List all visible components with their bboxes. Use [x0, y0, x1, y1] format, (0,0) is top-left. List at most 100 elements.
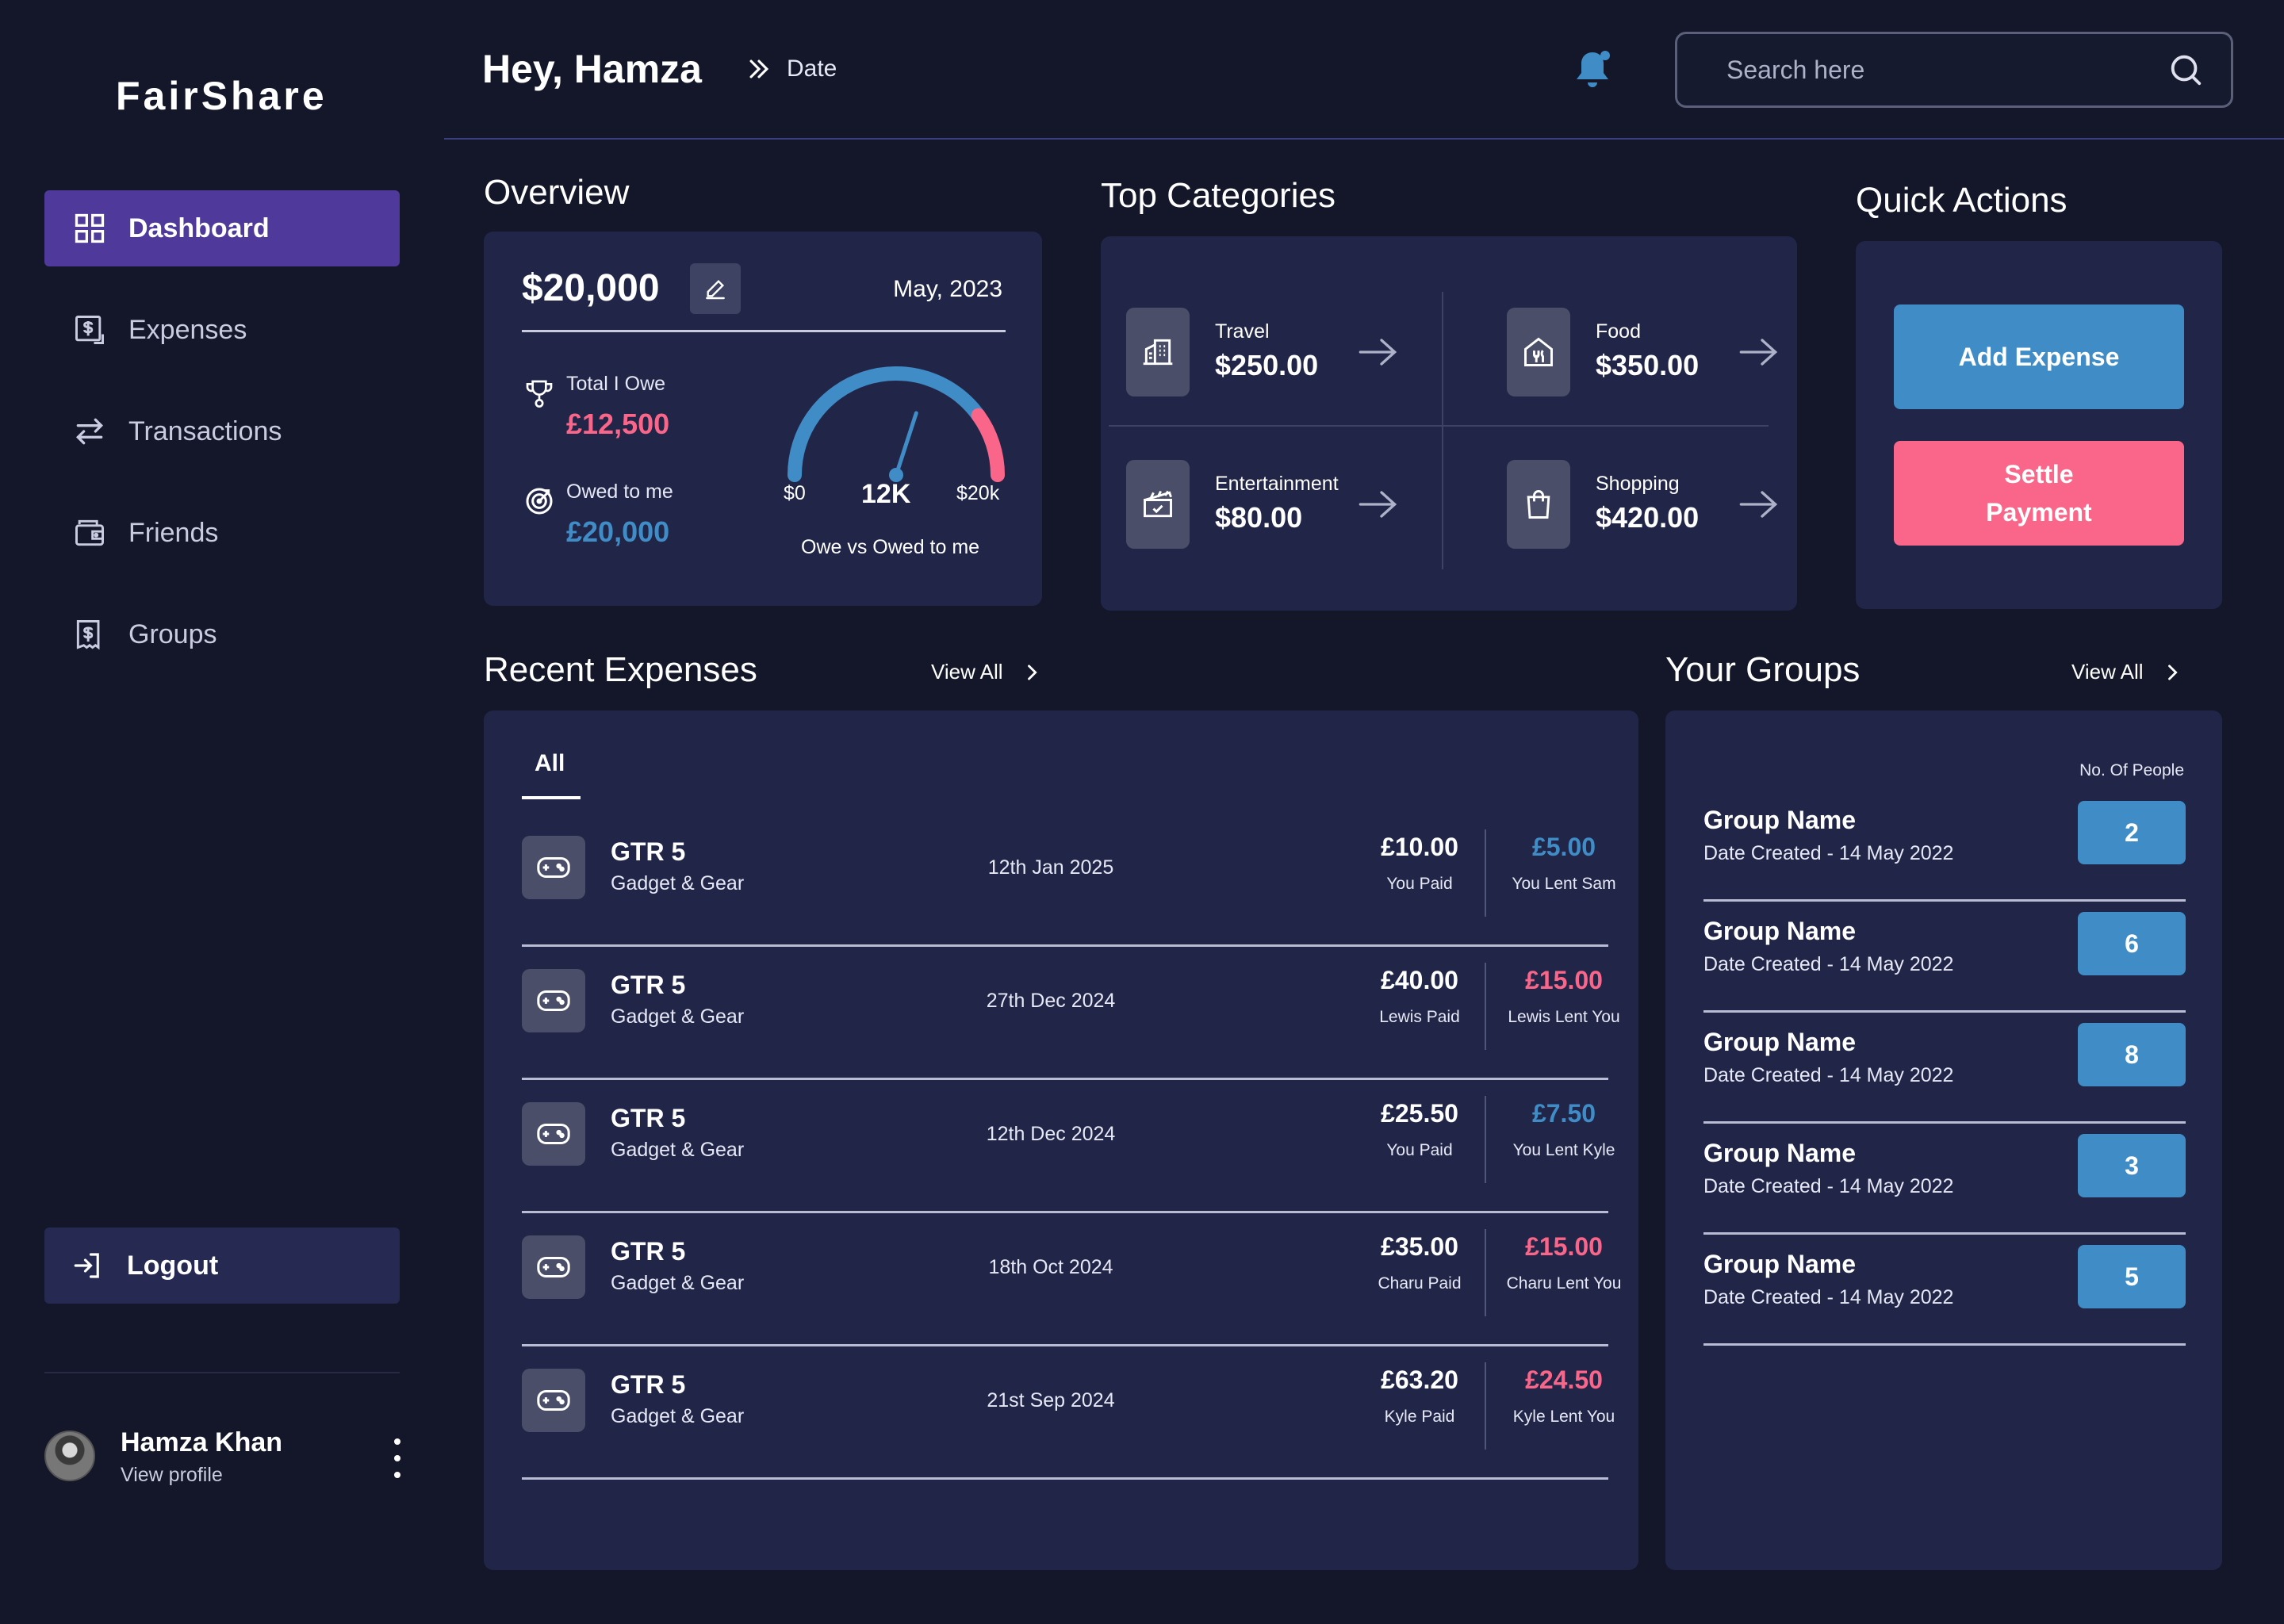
groups-card: No. Of People Group Name Date Created - …: [1665, 710, 2222, 1570]
owe-label: Total I Owe: [566, 373, 666, 395]
category-shopping[interactable]: Shopping $420.00: [1507, 454, 1840, 549]
category-food[interactable]: Food $350.00: [1507, 301, 1840, 396]
gauge-min-label: $0: [784, 482, 806, 504]
lent-amount: £7.50: [1531, 1099, 1596, 1128]
search-box[interactable]: [1675, 32, 2233, 108]
arrow-right-icon[interactable]: [1738, 488, 1778, 520]
categories-card: Travel $250.00 Food $350.00 Entertainmen…: [1101, 236, 1797, 611]
group-people-count: 8: [2078, 1023, 2186, 1086]
paid-label: You Paid: [1386, 875, 1453, 893]
arrow-right-icon[interactable]: [1358, 488, 1397, 520]
group-date: Date Created - 14 May 2022: [1703, 1286, 1954, 1308]
expense-category: Gadget & Gear: [611, 872, 745, 894]
expense-name: GTR 5: [611, 837, 686, 866]
expense-paid: £25.50 You Paid: [1355, 1099, 1485, 1160]
breadcrumb[interactable]: Date: [745, 56, 837, 82]
row-divider: [1703, 1343, 2186, 1346]
paid-label: Charu Paid: [1378, 1274, 1462, 1293]
groups-view-all-link[interactable]: View All: [2071, 660, 2183, 684]
profile-name: Hamza Khan: [121, 1427, 283, 1457]
chevron-right-icon: [1027, 664, 1037, 680]
expense-row[interactable]: GTR 5 Gadget & Gear 27th Dec 2024 £40.00…: [522, 947, 1620, 1080]
expense-row[interactable]: GTR 5 Gadget & Gear 21st Sep 2024 £63.20…: [522, 1346, 1615, 1480]
expense-row[interactable]: GTR 5 Gadget & Gear 12th Dec 2024 £25.50…: [522, 1080, 1615, 1213]
page-greeting: Hey, Hamza: [482, 47, 702, 91]
notification-bell-icon[interactable]: [1572, 48, 1613, 92]
sidebar-item-transactions[interactable]: Transactions: [44, 393, 400, 469]
group-date: Date Created - 14 May 2022: [1703, 1064, 1954, 1086]
row-divider: [1703, 899, 2186, 902]
expense-name: GTR 5: [611, 1237, 686, 1266]
group-row[interactable]: Group Name Date Created - 14 May 2022 5: [1703, 1245, 2186, 1356]
receipt-icon: [71, 312, 108, 348]
gamepad-icon: [522, 836, 585, 899]
view-all-label: View All: [931, 660, 1003, 684]
clapperboard-icon: [1126, 460, 1190, 549]
arrow-right-icon[interactable]: [1358, 336, 1397, 368]
logout-label: Logout: [127, 1250, 219, 1281]
tab-all[interactable]: All: [535, 750, 565, 777]
more-options-icon[interactable]: [385, 1438, 409, 1478]
expense-row[interactable]: GTR 5 Gadget & Gear 18th Oct 2024 £35.00…: [522, 1213, 1621, 1346]
expense-name: GTR 5: [611, 1370, 686, 1399]
expense-category: Gadget & Gear: [611, 1272, 745, 1294]
gauge-caption: Owe vs Owed to me: [801, 536, 980, 558]
sidebar-item-expenses[interactable]: Expenses: [44, 292, 400, 368]
group-row[interactable]: Group Name Date Created - 14 May 2022 6: [1703, 912, 2186, 1023]
group-date: Date Created - 14 May 2022: [1703, 1175, 1954, 1197]
category-entertainment[interactable]: Entertainment $80.00: [1126, 454, 1459, 549]
expense-paid: £35.00 Charu Paid: [1355, 1232, 1485, 1293]
overview-title: Overview: [484, 173, 630, 212]
add-expense-button[interactable]: Add Expense: [1894, 304, 2184, 409]
sidebar-item-friends[interactable]: Friends: [44, 495, 400, 571]
paid-label: Kyle Paid: [1384, 1408, 1455, 1426]
sidebar-item-dashboard[interactable]: Dashboard: [44, 190, 400, 266]
paid-label: You Paid: [1386, 1141, 1453, 1159]
lent-label: You Lent Kyle: [1512, 1141, 1615, 1159]
overview-amount: $20,000: [522, 267, 660, 309]
avatar[interactable]: [44, 1431, 95, 1481]
group-name: Group Name: [1703, 1250, 1857, 1278]
app-logo[interactable]: FairShare: [116, 73, 328, 119]
expense-row[interactable]: GTR 5 Gadget & Gear 12th Jan 2025 £10.00…: [522, 814, 1616, 947]
recent-view-all-link[interactable]: View All: [931, 660, 1043, 684]
row-divider: [1703, 1010, 2186, 1013]
category-value: $420.00: [1596, 501, 1700, 534]
category-name: Shopping: [1596, 473, 1680, 495]
group-row[interactable]: Group Name Date Created - 14 May 2022 2: [1703, 801, 2186, 912]
profile[interactable]: Hamza Khan View profile: [44, 1427, 409, 1491]
group-people-count: 3: [2078, 1134, 2186, 1197]
search-input[interactable]: [1726, 55, 2167, 85]
settle-payment-button[interactable]: Settle Payment: [1894, 441, 2184, 546]
expense-lent: £15.00 Lewis Lent You: [1486, 966, 1642, 1027]
view-all-label: View All: [2071, 660, 2144, 684]
group-row[interactable]: Group Name Date Created - 14 May 2022 3: [1703, 1134, 2186, 1245]
category-name: Entertainment: [1215, 473, 1339, 495]
paid-label: Lewis Paid: [1379, 1008, 1460, 1026]
expense-paid: £10.00 You Paid: [1355, 833, 1485, 894]
quick-actions-title: Quick Actions: [1856, 181, 2067, 220]
search-icon[interactable]: [2167, 52, 2204, 88]
arrow-right-icon[interactable]: [1738, 336, 1778, 368]
sidebar-item-groups[interactable]: Groups: [44, 596, 400, 672]
gamepad-icon: [522, 1102, 585, 1166]
edit-button[interactable]: [690, 263, 741, 314]
gamepad-icon: [522, 1369, 585, 1432]
quick-actions-card: Add Expense Settle Payment: [1856, 241, 2222, 609]
groups-title: Your Groups: [1665, 650, 1861, 689]
group-row[interactable]: Group Name Date Created - 14 May 2022 8: [1703, 1023, 2186, 1134]
paid-amount: £10.00: [1381, 833, 1458, 861]
lent-label: Kyle Lent You: [1512, 1408, 1615, 1426]
sidebar: FairShare Dashboard Expenses Transaction…: [0, 0, 444, 1624]
expense-category: Gadget & Gear: [611, 1405, 745, 1427]
row-divider: [522, 1477, 1608, 1480]
group-date: Date Created - 14 May 2022: [1703, 842, 1954, 864]
category-value: $80.00: [1215, 501, 1303, 534]
category-travel[interactable]: Travel $250.00: [1126, 301, 1459, 396]
owe-owed-gauge: [788, 366, 1005, 482]
view-profile-link[interactable]: View profile: [121, 1464, 223, 1487]
category-value: $350.00: [1596, 349, 1700, 381]
expense-date: 27th Dec 2024: [986, 990, 1116, 1012]
logout-button[interactable]: Logout: [44, 1228, 400, 1304]
overview-card: $20,000 May, 2023 Total I Owe £12,500 Ow…: [484, 232, 1042, 606]
